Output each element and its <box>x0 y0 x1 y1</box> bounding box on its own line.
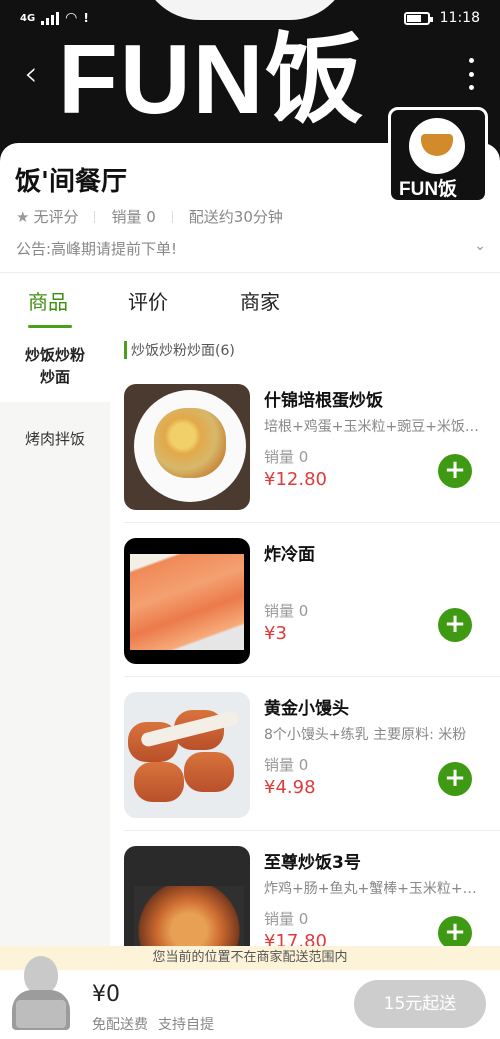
store-meta-row: ★ 无评分 销量 0 配送约30分钟 <box>16 206 283 227</box>
cart-bar: ¥0 免配送费 支持自提 15元起送 <box>0 956 500 1039</box>
product-image[interactable] <box>124 846 250 946</box>
store-logo: FUN饭 <box>388 107 488 203</box>
tab-merchant[interactable]: 商家 <box>240 286 280 315</box>
category-item-bbq-rice[interactable]: 烤肉拌饭 <box>0 428 110 450</box>
store-name: 饭'间餐厅 <box>15 167 127 197</box>
category-item-fried-rice[interactable]: 炒饭炒粉炒面 <box>0 332 110 402</box>
plus-icon: + <box>444 609 466 639</box>
out-of-range-banner: 您当前的位置不在商家配送范围内 <box>0 946 500 970</box>
store-logo-text: FUN饭 <box>399 179 458 200</box>
plus-icon: + <box>444 763 466 793</box>
add-to-cart-button[interactable]: + <box>438 454 472 488</box>
product-sales: 销量 0 <box>264 448 309 466</box>
active-tab-indicator <box>28 325 72 328</box>
self-pickup-label: 支持自提 <box>158 1017 214 1033</box>
product-price: ¥17.80 <box>264 931 327 946</box>
product-sales: 销量 0 <box>264 756 309 774</box>
product-description: 培根+鸡蛋+玉米粒+豌豆+米饭… <box>264 419 479 435</box>
product-name: 炸冷面 <box>264 545 315 565</box>
tab-products[interactable]: 商品 <box>28 286 68 315</box>
product-image[interactable] <box>124 692 250 818</box>
category-label: 炒饭炒粉炒面 <box>24 346 85 386</box>
checkout-button[interactable]: 15元起送 <box>354 980 486 1028</box>
store-tabs: 商品 评价 商家 <box>0 286 500 332</box>
store-info-card: 饭'间餐厅 FUN饭 ★ 无评分 销量 0 配送约30分钟 公告:高峰期请提前下… <box>0 107 500 273</box>
product-name: 什锦培根蛋炒饭 <box>264 391 383 411</box>
product-price: ¥12.80 <box>264 469 327 490</box>
dot-icon <box>468 71 474 77</box>
more-options-button[interactable] <box>464 58 478 90</box>
divider <box>124 522 500 523</box>
alert-icon: ! <box>83 11 89 25</box>
free-delivery-label: 免配送费 <box>92 1017 148 1033</box>
list-item[interactable]: 什锦培根蛋炒饭 培根+鸡蛋+玉米粒+豌豆+米饭… 销量 0 ¥12.80 + <box>124 384 500 534</box>
product-sales: 销量 0 <box>264 910 309 928</box>
product-name: 至尊炒饭3号 <box>264 853 361 873</box>
category-sidebar: 炒饭炒粉炒面 烤肉拌饭 <box>0 332 110 952</box>
battery-icon <box>403 11 433 25</box>
plus-icon: + <box>444 917 466 946</box>
dot-icon <box>468 85 474 90</box>
add-to-cart-button[interactable]: + <box>438 916 472 946</box>
clock: 11:18 <box>439 10 480 26</box>
chevron-down-icon[interactable]: ⌄ <box>474 238 486 254</box>
cart-total: ¥0 <box>92 982 120 1007</box>
product-description: 炸鸡+肠+鱼丸+蟹棒+玉米粒+… <box>264 881 477 897</box>
plus-icon: + <box>444 455 466 485</box>
star-icon: ★ <box>16 207 30 226</box>
product-price: ¥3 <box>264 623 287 644</box>
add-to-cart-button[interactable]: + <box>438 608 472 642</box>
product-image[interactable] <box>124 538 250 664</box>
cart-icon[interactable] <box>10 956 72 1034</box>
signal-icon <box>41 11 60 25</box>
divider <box>124 830 500 831</box>
list-item[interactable]: 炸冷面 销量 0 ¥3 + <box>124 538 500 688</box>
sales-count: 销量 0 <box>111 208 156 226</box>
wifi-icon: ◠ <box>65 10 78 26</box>
product-image[interactable] <box>124 384 250 510</box>
rating-text: 无评分 <box>33 208 79 226</box>
status-bar: 4G ◠ ! 11:18 <box>0 0 500 40</box>
product-description: 8个小馒头+练乳 主要原料: 米粉 <box>264 727 467 743</box>
list-item[interactable]: 至尊炒饭3号 炸鸡+肠+鱼丸+蟹棒+玉米粒+… 销量 0 ¥17.80 + <box>124 846 492 946</box>
section-accent-bar <box>124 341 127 359</box>
bowl-icon <box>409 118 465 174</box>
product-name: 黄金小馒头 <box>264 699 349 719</box>
dot-icon <box>468 58 474 63</box>
back-button[interactable]: ‹ <box>24 56 52 92</box>
section-title-text: 炒饭炒粉炒面(6) <box>131 343 235 359</box>
delivery-time: 配送约30分钟 <box>188 208 283 226</box>
network-label: 4G <box>20 12 36 24</box>
chevron-left-icon: ‹ <box>24 54 38 94</box>
product-sales: 销量 0 <box>264 602 309 620</box>
divider <box>94 210 96 223</box>
product-price: ¥4.98 <box>264 777 316 798</box>
divider <box>171 210 173 223</box>
store-notice: 公告:高峰期请提前下单! <box>16 240 178 258</box>
section-title: 炒饭炒粉炒面(6) <box>124 340 235 360</box>
add-to-cart-button[interactable]: + <box>438 762 472 796</box>
cart-subtext: 免配送费 支持自提 <box>92 1014 214 1034</box>
tab-reviews[interactable]: 评价 <box>128 286 168 315</box>
banner-logo: FUN饭 <box>58 24 366 134</box>
divider <box>124 676 500 677</box>
list-item[interactable]: 黄金小馒头 8个小馒头+练乳 主要原料: 米粉 销量 0 ¥4.98 + <box>124 692 500 842</box>
divider <box>0 272 500 273</box>
category-label: 烤肉拌饭 <box>24 430 85 448</box>
